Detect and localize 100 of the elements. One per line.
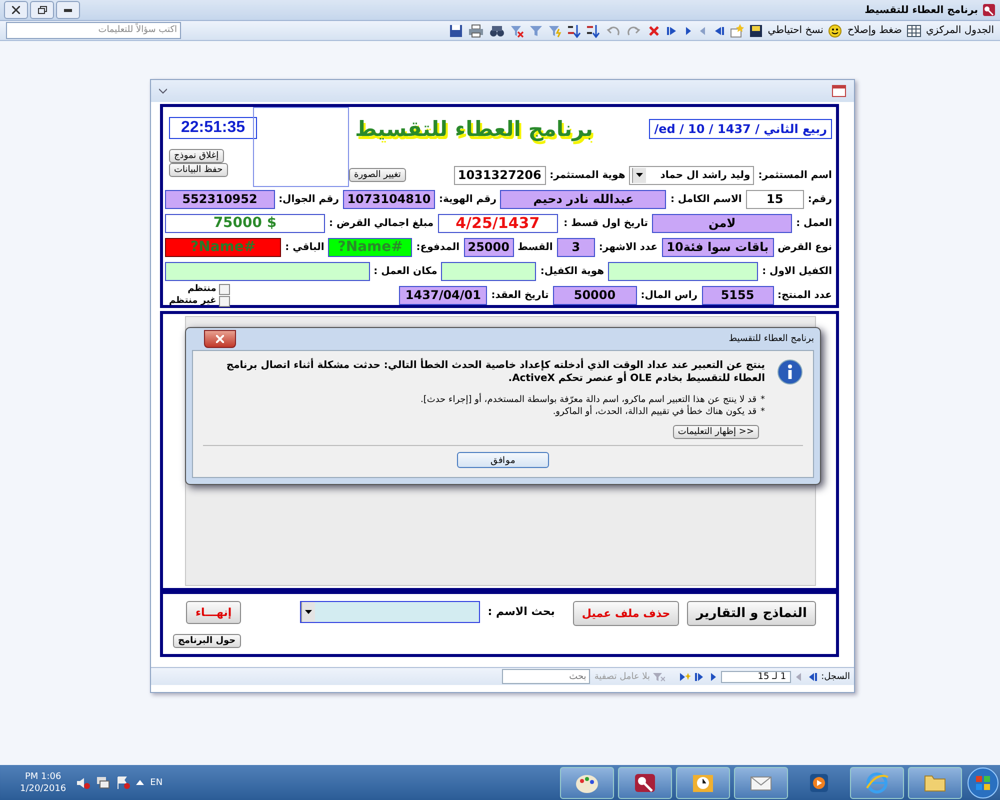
value-field[interactable]: $ 75000 bbox=[165, 214, 325, 232]
last-record-icon[interactable] bbox=[695, 672, 706, 682]
close-icon bbox=[216, 335, 224, 343]
value-field: 1437/04/01 bbox=[399, 286, 488, 304]
checkbox-label: غير منتظم bbox=[169, 296, 216, 306]
checkbox-label: منتظم bbox=[188, 284, 216, 294]
help-search-field[interactable]: اكتب سؤالاً للتعليمات bbox=[6, 22, 181, 39]
close-form-button[interactable]: إغلاق نموذج bbox=[169, 149, 224, 163]
field-label: العمل : bbox=[796, 218, 832, 228]
text-field[interactable] bbox=[441, 262, 536, 280]
new-record-icon[interactable] bbox=[730, 24, 744, 38]
taskbar-button[interactable] bbox=[676, 766, 730, 798]
language-indicator[interactable]: EN bbox=[150, 778, 163, 788]
value-field[interactable]: 15 bbox=[746, 190, 804, 208]
error-hint: قد لا ينتج عن هذا التعبير اسم ماكرو، اسم دالة معرّفة بواسطة المستخدم، أو [إجراء حدث]. bbox=[420, 395, 756, 405]
key-icon bbox=[633, 772, 657, 794]
toolbar-label[interactable]: ضغط وإصلاح bbox=[847, 25, 902, 36]
first-record-icon[interactable] bbox=[712, 24, 725, 36]
toolbar-label[interactable]: نسخ احتياطي bbox=[768, 25, 824, 36]
flag-icon[interactable] bbox=[116, 776, 130, 790]
dialog-title: برنامج العطاء للتقسيط bbox=[728, 334, 814, 344]
new-record-icon[interactable] bbox=[679, 672, 692, 682]
reports-button[interactable]: النماذج و التقارير bbox=[687, 601, 816, 626]
error-hint: قد يكون هناك خطأ في تقييم الدالة، الحدث، أو الماكرو. bbox=[552, 407, 756, 417]
value-field: 25000 bbox=[464, 238, 514, 256]
toolbar-label[interactable]: الجدول المركزي bbox=[926, 25, 994, 36]
text-field[interactable] bbox=[165, 262, 370, 280]
funnel-remove-icon[interactable] bbox=[510, 24, 524, 38]
value-field[interactable]: 1031327206 bbox=[454, 166, 546, 184]
about-button[interactable]: حول البرنامج bbox=[173, 634, 241, 648]
save-data-button[interactable]: حفظ البيانات bbox=[169, 163, 228, 177]
taskbar-date[interactable]: 1/20/2016 bbox=[20, 782, 66, 794]
minimize-button[interactable] bbox=[56, 1, 80, 19]
error-message: ينتج عن التعبير عند عداد الوقت الذي أدخلته كإعداد خاصية الحدث الخطأ التالي: حدثت مشكلة أثناء اتصال برنامج العطاء للتقسيط بخادم OLE أو عنصر تحكم ActiveX. bbox=[225, 359, 765, 385]
field-label: عدد المنتج: bbox=[778, 290, 832, 300]
taskbar-button[interactable] bbox=[618, 766, 672, 798]
field-label: تاريخ العقد: bbox=[491, 290, 549, 300]
value-field: عبدالله نادر دحيم bbox=[500, 190, 666, 208]
field-label: رقم: bbox=[808, 194, 832, 204]
checkbox[interactable] bbox=[219, 296, 230, 306]
key-icon bbox=[982, 3, 996, 17]
window-title: برنامج العطاء للتقسيط bbox=[864, 4, 978, 16]
bullet-mark: * bbox=[760, 407, 765, 417]
close-button[interactable] bbox=[204, 330, 236, 348]
field-label: عدد الاشهر: bbox=[598, 242, 658, 252]
bullet-mark: * bbox=[760, 395, 765, 405]
monitor-icon[interactable] bbox=[96, 776, 110, 790]
field-label: المدفوع: bbox=[416, 242, 460, 252]
caret-up-icon[interactable] bbox=[136, 780, 144, 785]
printer-icon[interactable] bbox=[468, 24, 484, 38]
text-field[interactable] bbox=[608, 262, 758, 280]
field-label: الباقي : bbox=[285, 242, 324, 252]
caret-icon bbox=[304, 610, 312, 614]
delete-client-button[interactable]: حذف ملف عميل bbox=[572, 601, 680, 626]
ok-button[interactable]: موافق bbox=[457, 452, 549, 468]
field-label: رقم الجوال: bbox=[278, 194, 339, 204]
taskbar-button[interactable] bbox=[734, 766, 788, 798]
smiley-icon[interactable] bbox=[828, 24, 842, 38]
value-field: 50000 bbox=[552, 286, 637, 304]
last-record-icon[interactable] bbox=[666, 24, 678, 36]
value-field: باقات سوا فئة10 bbox=[662, 238, 774, 256]
restore-icon bbox=[38, 6, 46, 14]
sort-descending-icon[interactable] bbox=[586, 24, 600, 38]
name-dropdown[interactable]: وليد راشد ال حماد bbox=[629, 166, 754, 184]
sort-ascending-icon[interactable] bbox=[566, 24, 581, 38]
value-field[interactable]: 4/25/1437 bbox=[438, 214, 558, 232]
taskbar-time[interactable]: PM 1:06 bbox=[24, 770, 62, 782]
delete-icon[interactable] bbox=[646, 24, 661, 38]
close-icon bbox=[12, 6, 20, 14]
taskbar-button[interactable] bbox=[560, 766, 614, 798]
caret-icon bbox=[636, 173, 644, 177]
save-icon[interactable] bbox=[448, 24, 463, 38]
grid-icon[interactable] bbox=[906, 24, 921, 36]
field-label: الاسم الكامل : bbox=[670, 194, 742, 204]
form-icon bbox=[832, 85, 846, 97]
date-display: /ed / 10 / 1437 / ربيع الثاني bbox=[649, 119, 832, 139]
restore-button[interactable] bbox=[30, 1, 54, 19]
chevron-icon[interactable] bbox=[159, 88, 167, 94]
record-search-field[interactable]: بحث bbox=[502, 669, 590, 684]
checkbox[interactable] bbox=[219, 284, 230, 294]
play-icon bbox=[809, 772, 829, 792]
name-search-dropdown[interactable] bbox=[300, 601, 480, 623]
next-record-icon[interactable] bbox=[709, 672, 718, 682]
start-orb-icon[interactable] bbox=[966, 766, 1000, 800]
show-help-button[interactable]: إظهار التعليمات >> bbox=[672, 425, 759, 439]
change-image-button[interactable]: تغيير الصورة bbox=[349, 168, 406, 182]
info-icon bbox=[777, 359, 803, 385]
field-label: مبلغ اجمالي القرض : bbox=[328, 218, 434, 228]
field-label: مكان العمل : bbox=[374, 266, 438, 276]
value-field: 552310952 bbox=[165, 190, 275, 208]
first-record-icon[interactable] bbox=[807, 672, 818, 682]
record-position-field[interactable]: 1 لـ 15 bbox=[721, 670, 792, 682]
field-label: راس المال: bbox=[640, 290, 698, 300]
speaker-muted-icon[interactable] bbox=[76, 776, 90, 790]
funnel-remove-icon bbox=[653, 672, 666, 682]
close-button[interactable] bbox=[4, 1, 28, 19]
field-label: رقم الهوية: bbox=[438, 194, 496, 204]
binoculars-icon[interactable] bbox=[488, 24, 505, 38]
exit-button[interactable]: إنهـــاء bbox=[186, 601, 241, 624]
globe-icon bbox=[865, 772, 889, 794]
